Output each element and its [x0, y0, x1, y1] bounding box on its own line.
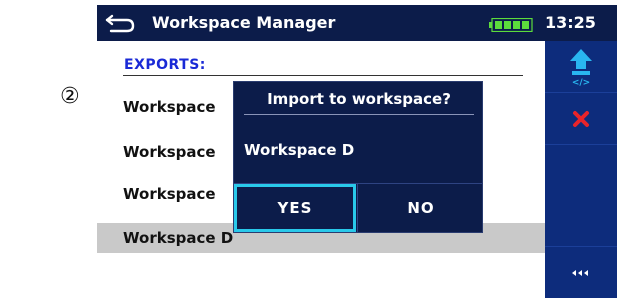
- delete-button[interactable]: [545, 93, 617, 145]
- clock: 13:25: [545, 13, 596, 32]
- window-title: Workspace Manager: [152, 13, 336, 32]
- svg-text:</>: </>: [572, 78, 590, 88]
- list-item-label: Workspace: [123, 98, 216, 116]
- return-arrow-icon[interactable]: [103, 10, 139, 36]
- dialog-button-separator: [357, 184, 358, 232]
- yes-button[interactable]: YES: [234, 184, 356, 232]
- dialog-message: Workspace D: [244, 141, 355, 159]
- device-screen: Workspace Manager 13:25 EXPORTS: Workspa…: [97, 5, 617, 298]
- sidebar: </>: [545, 41, 617, 298]
- list-item-label: Workspace D: [123, 229, 234, 247]
- more-options-button[interactable]: [545, 246, 617, 298]
- import-button[interactable]: </>: [545, 41, 617, 93]
- exports-divider: [123, 75, 523, 76]
- title-bar: Workspace Manager 13:25: [97, 5, 617, 41]
- list-item-label: Workspace: [123, 185, 216, 203]
- exports-header: EXPORTS:: [124, 57, 206, 73]
- dialog-title: Import to workspace?: [267, 90, 451, 108]
- confirm-dialog: Import to workspace? Workspace D YES NO: [233, 81, 483, 233]
- battery-full-icon: [489, 17, 533, 33]
- list-item-label: Workspace: [123, 143, 216, 161]
- dialog-divider: [244, 114, 474, 115]
- no-button[interactable]: NO: [360, 184, 482, 232]
- step-marker: ②: [60, 84, 80, 109]
